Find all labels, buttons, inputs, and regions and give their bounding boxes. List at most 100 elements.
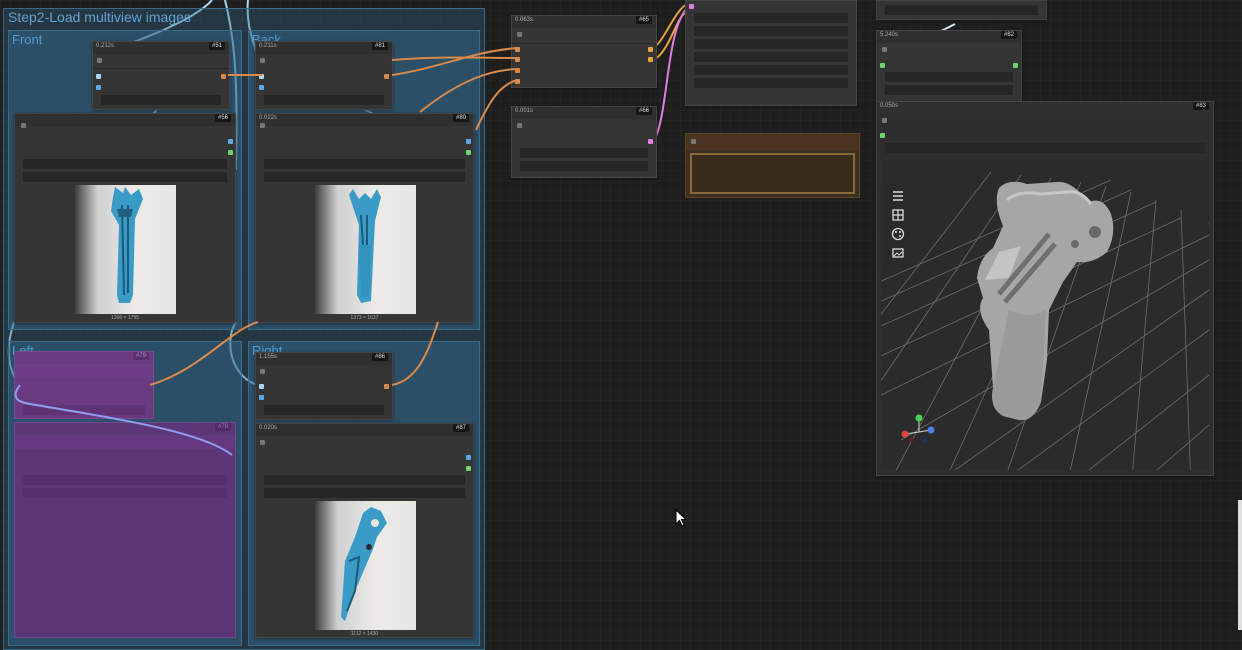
output-port[interactable] xyxy=(384,74,389,79)
node-header[interactable] xyxy=(512,107,656,119)
input-port-right[interactable] xyxy=(515,79,520,84)
note-header[interactable] xyxy=(686,134,859,150)
axis-gizmo[interactable] xyxy=(897,412,941,444)
input-port[interactable] xyxy=(880,63,885,68)
output-port[interactable] xyxy=(648,139,653,144)
node-81[interactable]: 0.211s #81 xyxy=(255,41,393,110)
axis-neg-x-handle[interactable] xyxy=(908,437,914,443)
node-65[interactable]: 0.063s #65 xyxy=(511,15,657,88)
collapse-toggle[interactable] xyxy=(97,58,102,63)
collapse-toggle[interactable] xyxy=(691,139,696,144)
upload-button[interactable] xyxy=(23,172,227,182)
node-83-viewer[interactable]: 0.050s #83 xyxy=(876,101,1214,476)
node-header[interactable] xyxy=(877,102,1213,114)
upload-button[interactable] xyxy=(264,172,465,182)
3d-viewport[interactable] xyxy=(881,160,1209,470)
node-51[interactable]: 0.212s #51 xyxy=(92,41,230,110)
output-port[interactable] xyxy=(1013,63,1018,68)
image-select-widget[interactable] xyxy=(264,475,465,485)
widget-field[interactable] xyxy=(264,405,384,415)
node-header[interactable] xyxy=(15,435,235,449)
collapse-toggle[interactable] xyxy=(260,369,265,374)
widget-field[interactable] xyxy=(885,5,1038,15)
output-port-mask[interactable] xyxy=(466,150,471,155)
widget-field[interactable] xyxy=(520,148,648,158)
node-header[interactable] xyxy=(512,16,656,28)
output-port-image[interactable] xyxy=(466,455,471,460)
output-port-2[interactable] xyxy=(648,57,653,62)
node-header[interactable] xyxy=(877,31,1021,43)
collapse-toggle[interactable] xyxy=(517,123,522,128)
node-78-bypassed[interactable]: #78 xyxy=(14,422,236,638)
widget-field[interactable] xyxy=(694,78,848,88)
widget-field[interactable] xyxy=(694,52,848,62)
node-79-bypassed[interactable]: #79 xyxy=(14,351,154,419)
output-port[interactable] xyxy=(221,74,226,79)
input-port-image[interactable] xyxy=(96,74,101,79)
collapse-toggle[interactable] xyxy=(882,47,887,52)
node-80[interactable]: 0.022s #80 1373 × 1637 xyxy=(255,113,474,323)
output-port-mask[interactable] xyxy=(228,150,233,155)
collapse-toggle[interactable] xyxy=(882,118,887,123)
menu-icon[interactable] xyxy=(889,187,907,205)
node-header[interactable] xyxy=(15,114,235,126)
input-port-back[interactable] xyxy=(515,68,520,73)
widget-field[interactable] xyxy=(694,39,848,49)
node-82[interactable]: 5.240s #82 xyxy=(876,30,1022,102)
node-87[interactable]: 0.020s #87 1112 × 1430 xyxy=(255,423,474,638)
image-select-widget[interactable] xyxy=(23,159,227,169)
input-port-image[interactable] xyxy=(259,74,264,79)
palette-icon-glyph xyxy=(891,227,905,241)
palette-icon[interactable] xyxy=(889,225,907,243)
output-port-mask[interactable] xyxy=(466,466,471,471)
image-icon[interactable] xyxy=(889,244,907,262)
node-66[interactable]: 0.001s #66 xyxy=(511,106,657,178)
collapse-toggle[interactable] xyxy=(517,32,522,37)
node-header[interactable] xyxy=(15,364,153,378)
widget-field[interactable] xyxy=(885,72,1013,82)
node-top-right[interactable] xyxy=(876,0,1047,20)
widget-field[interactable] xyxy=(885,85,1013,95)
widget-field[interactable] xyxy=(694,26,848,36)
widget-field[interactable] xyxy=(23,405,145,415)
input-port-mask[interactable] xyxy=(259,85,264,90)
note-node[interactable] xyxy=(685,133,860,198)
upload-button[interactable] xyxy=(264,488,465,498)
input-port-image[interactable] xyxy=(259,384,264,389)
input-port[interactable] xyxy=(880,133,885,138)
collapse-toggle[interactable] xyxy=(260,58,265,63)
axis-y-handle[interactable] xyxy=(915,414,923,422)
node-header[interactable] xyxy=(256,424,473,436)
grid-view-icon[interactable] xyxy=(889,206,907,224)
collapse-toggle[interactable] xyxy=(260,123,265,128)
node-header[interactable] xyxy=(256,114,473,126)
widget-field[interactable] xyxy=(23,488,227,498)
input-port-front[interactable] xyxy=(515,47,520,52)
axis-neg-z-handle[interactable] xyxy=(922,437,928,443)
input-port-mask[interactable] xyxy=(96,85,101,90)
output-port-image[interactable] xyxy=(228,139,233,144)
widget-field[interactable] xyxy=(520,161,648,171)
axis-x-handle[interactable] xyxy=(901,430,909,438)
input-port[interactable] xyxy=(689,4,694,9)
node-list[interactable] xyxy=(685,0,857,106)
widget-field[interactable] xyxy=(885,143,1205,153)
node-86[interactable]: 1.155s #86 xyxy=(255,352,393,420)
widget-field[interactable] xyxy=(264,95,384,105)
input-port-mask[interactable] xyxy=(259,395,264,400)
widget-field[interactable] xyxy=(101,95,221,105)
widget-field[interactable] xyxy=(23,475,227,485)
input-port-left[interactable] xyxy=(515,57,520,62)
image-select-widget[interactable] xyxy=(264,159,465,169)
widget-field[interactable] xyxy=(694,65,848,75)
collapse-toggle[interactable] xyxy=(260,440,265,445)
scrollbar-thumb[interactable] xyxy=(1238,500,1242,630)
node-56[interactable]: #56 1366 × 1795 xyxy=(14,113,236,323)
output-port[interactable] xyxy=(384,384,389,389)
collapse-toggle[interactable] xyxy=(21,123,26,128)
note-text-area[interactable] xyxy=(690,153,855,194)
widget-field[interactable] xyxy=(694,13,848,23)
output-port-1[interactable] xyxy=(648,47,653,52)
axis-z-handle[interactable] xyxy=(927,426,935,434)
output-port-image[interactable] xyxy=(466,139,471,144)
